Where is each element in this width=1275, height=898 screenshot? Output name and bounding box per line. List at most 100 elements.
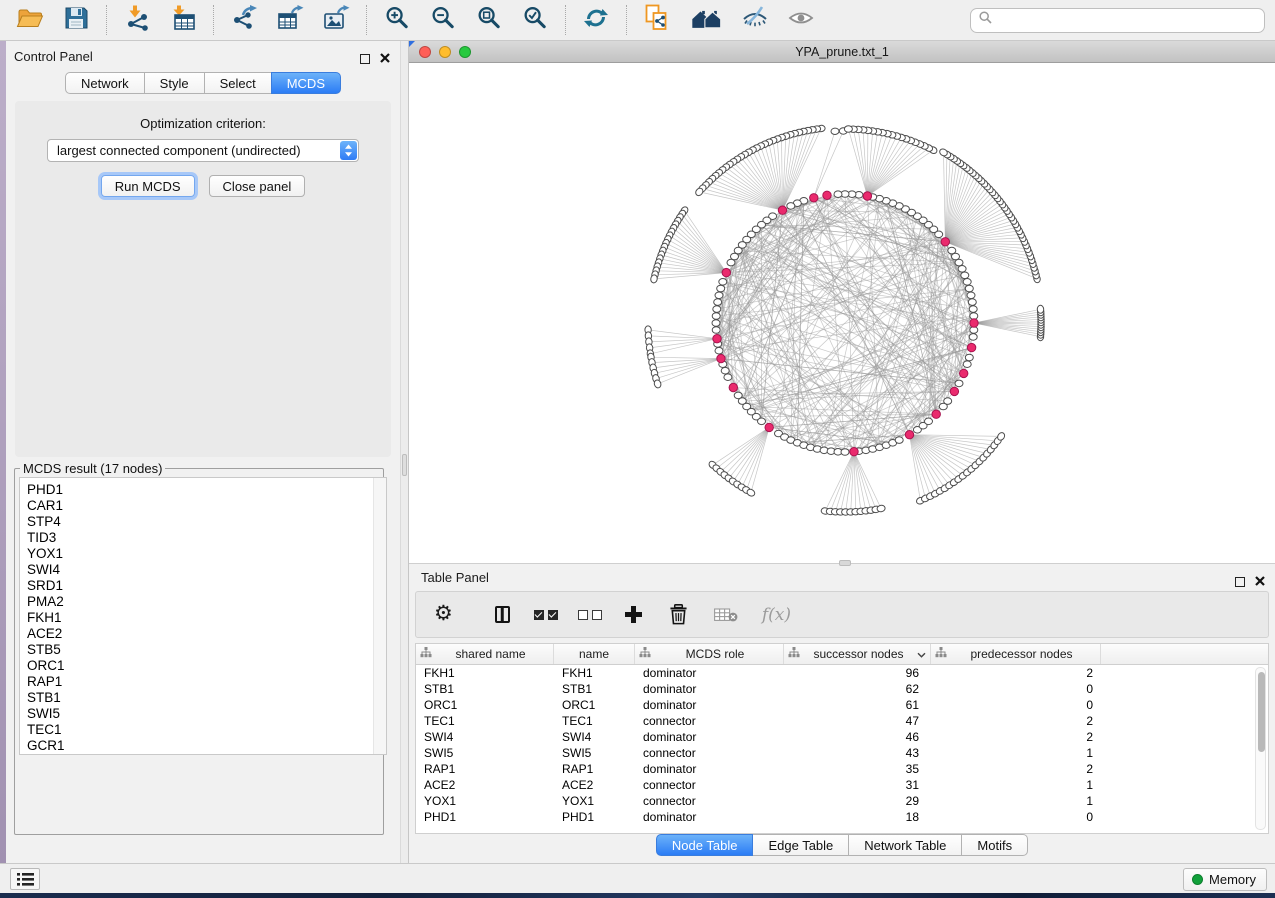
table-tab-motifs[interactable]: Motifs	[961, 834, 1028, 856]
cell-predecessor_nodes[interactable]: 2	[931, 762, 1101, 776]
result-list-item[interactable]: RAP1	[27, 674, 386, 690]
hide-selected-button[interactable]	[740, 6, 770, 34]
create-column-button plus-icon[interactable]	[625, 606, 642, 623]
cell-name[interactable]: YOX1	[554, 794, 635, 808]
cell-predecessor_nodes[interactable]: 1	[931, 746, 1101, 760]
table-row-ace2[interactable]: ACE2ACE2connector311	[416, 777, 1268, 793]
cell-shared_name[interactable]: ORC1	[416, 698, 554, 712]
result-list-item[interactable]: PHD1	[27, 482, 386, 498]
result-list-item[interactable]: PMA2	[27, 594, 386, 610]
deselect-all-columns-button unchecked-boxes-icon[interactable]	[578, 610, 602, 620]
result-list-item[interactable]: ACE2	[27, 626, 386, 642]
cell-name[interactable]: ACE2	[554, 778, 635, 792]
panel-splitter-vertical[interactable]	[400, 41, 409, 863]
table-row-swi5[interactable]: SWI5SWI5connector431	[416, 745, 1268, 761]
cell-name[interactable]: TEC1	[554, 714, 635, 728]
network-window-titlebar[interactable]: YPA_prune.txt_1	[409, 41, 1275, 63]
result-list-item[interactable]: CAR1	[27, 498, 386, 514]
table-row-tec1[interactable]: TEC1TEC1connector472	[416, 713, 1268, 729]
cell-name[interactable]: STB1	[554, 682, 635, 696]
zoom-in-button[interactable]	[382, 6, 412, 34]
search-box[interactable]	[970, 8, 1265, 33]
window-close-light[interactable]	[419, 46, 431, 58]
close-panel-button[interactable]: Close panel	[209, 175, 306, 197]
import-table-button[interactable]	[168, 6, 198, 34]
window-minimize-light[interactable]	[439, 46, 451, 58]
cell-successor_nodes[interactable]: 31	[784, 778, 931, 792]
cell-shared_name[interactable]: SWI4	[416, 730, 554, 744]
refresh-button[interactable]	[581, 6, 611, 34]
result-list-item[interactable]: SWI4	[27, 562, 386, 578]
cell-mcds_role[interactable]: connector	[635, 746, 784, 760]
cell-successor_nodes[interactable]: 96	[784, 666, 931, 680]
result-list-item[interactable]: FKH1	[27, 610, 386, 626]
cell-predecessor_nodes[interactable]: 2	[931, 666, 1101, 680]
clone-network-button[interactable]	[642, 6, 672, 34]
delete-column-button trash-icon[interactable]	[669, 604, 688, 625]
table-scrollbar-thumb[interactable]	[1258, 672, 1265, 752]
float-panel-icon[interactable]	[1235, 577, 1245, 587]
cell-predecessor_nodes[interactable]: 0	[931, 698, 1101, 712]
cell-name[interactable]: PHD1	[554, 810, 635, 824]
show-columns-button column-icon[interactable]	[495, 606, 510, 623]
cell-name[interactable]: ORC1	[554, 698, 635, 712]
cell-successor_nodes[interactable]: 46	[784, 730, 931, 744]
cell-predecessor_nodes[interactable]: 0	[931, 682, 1101, 696]
tab-mcds[interactable]: MCDS	[271, 72, 341, 94]
cell-successor_nodes[interactable]: 29	[784, 794, 931, 808]
table-row-rap1[interactable]: RAP1RAP1dominator352	[416, 761, 1268, 777]
table-settings-button gear-icon[interactable]: ⚙	[434, 603, 453, 624]
table-row-swi4[interactable]: SWI4SWI4dominator462	[416, 729, 1268, 745]
cell-successor_nodes[interactable]: 35	[784, 762, 931, 776]
cell-mcds_role[interactable]: dominator	[635, 810, 784, 824]
search-input[interactable]	[998, 13, 1256, 28]
cell-shared_name[interactable]: ACE2	[416, 778, 554, 792]
run-mcds-button[interactable]: Run MCDS	[101, 175, 195, 197]
table-row-fkh1[interactable]: FKH1FKH1dominator962	[416, 665, 1268, 681]
table-row-stb1[interactable]: STB1STB1dominator620	[416, 681, 1268, 697]
cell-name[interactable]: RAP1	[554, 762, 635, 776]
splitter-handle[interactable]	[402, 454, 407, 476]
column-header-mcds-role[interactable]: MCDS role	[635, 644, 784, 664]
cell-mcds_role[interactable]: connector	[635, 778, 784, 792]
zoom-selected-button[interactable]	[520, 6, 550, 34]
show-all-button[interactable]	[786, 6, 816, 34]
cell-mcds_role[interactable]: dominator	[635, 682, 784, 696]
result-list-item[interactable]: TEC1	[27, 722, 386, 738]
column-header-successor-nodes[interactable]: successor nodes	[784, 644, 931, 664]
column-header-name[interactable]: name	[554, 644, 635, 664]
cell-mcds_role[interactable]: dominator	[635, 730, 784, 744]
result-list-item[interactable]: SRD1	[27, 578, 386, 594]
cell-name[interactable]: SWI5	[554, 746, 635, 760]
cell-predecessor_nodes[interactable]: 2	[931, 714, 1101, 728]
cell-predecessor_nodes[interactable]: 0	[931, 810, 1101, 824]
tab-style[interactable]: Style	[144, 72, 205, 94]
result-list-item[interactable]: GCR1	[27, 738, 386, 754]
memory-button[interactable]: Memory	[1183, 868, 1267, 891]
show-panels-button list-icon[interactable]	[10, 868, 40, 890]
table-tab-edge-table[interactable]: Edge Table	[752, 834, 849, 856]
close-panel-icon[interactable]	[380, 50, 390, 68]
window-maximize-light[interactable]	[459, 46, 471, 58]
table-tab-node-table[interactable]: Node Table	[656, 834, 754, 856]
result-list-item[interactable]: YOX1	[27, 546, 386, 562]
close-panel-icon[interactable]	[1255, 573, 1265, 591]
result-list-item[interactable]: SWI5	[27, 706, 386, 722]
cell-mcds_role[interactable]: dominator	[635, 762, 784, 776]
column-header-shared-name[interactable]: shared name	[416, 644, 554, 664]
cell-shared_name[interactable]: SWI5	[416, 746, 554, 760]
cell-predecessor_nodes[interactable]: 2	[931, 730, 1101, 744]
table-row-yox1[interactable]: YOX1YOX1connector291	[416, 793, 1268, 809]
tab-select[interactable]: Select	[204, 72, 272, 94]
cell-mcds_role[interactable]: dominator	[635, 666, 784, 680]
export-image-button[interactable]	[321, 6, 351, 34]
table-row-orc1[interactable]: ORC1ORC1dominator610	[416, 697, 1268, 713]
export-network-button[interactable]	[229, 6, 259, 34]
import-network-button[interactable]	[122, 6, 152, 34]
cell-name[interactable]: FKH1	[554, 666, 635, 680]
open-button[interactable]	[15, 6, 45, 34]
table-tab-network-table[interactable]: Network Table	[848, 834, 962, 856]
cell-successor_nodes[interactable]: 61	[784, 698, 931, 712]
cell-mcds_role[interactable]: connector	[635, 794, 784, 808]
zoom-out-button[interactable]	[428, 6, 458, 34]
